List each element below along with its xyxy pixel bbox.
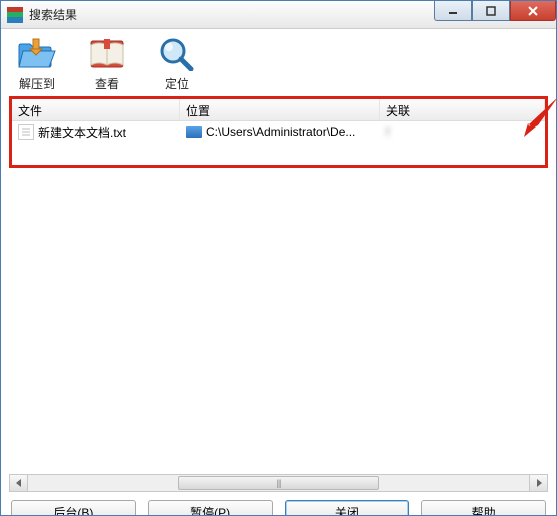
view-label: 查看 bbox=[95, 75, 119, 92]
minimize-icon bbox=[448, 6, 458, 16]
scroll-right-button[interactable] bbox=[529, 475, 547, 491]
close-window-button[interactable] bbox=[510, 1, 556, 21]
list-header: 文件 位置 关联 bbox=[12, 99, 545, 121]
column-location[interactable]: 位置 bbox=[180, 99, 380, 120]
maximize-icon bbox=[486, 6, 496, 16]
locate-button[interactable]: 定位 bbox=[149, 33, 205, 92]
view-button[interactable]: 查看 bbox=[79, 33, 135, 92]
locate-label: 定位 bbox=[165, 75, 189, 92]
column-file[interactable]: 文件 bbox=[12, 99, 180, 120]
folder-icon bbox=[186, 126, 202, 138]
text-file-icon bbox=[18, 124, 34, 140]
maximize-button[interactable] bbox=[472, 1, 510, 21]
relation-text: f bbox=[386, 125, 389, 139]
window-title: 搜索结果 bbox=[29, 6, 77, 23]
filename-text: 新建文本文档.txt bbox=[38, 124, 126, 141]
window-controls bbox=[434, 1, 556, 21]
scroll-thumb[interactable] bbox=[178, 476, 378, 490]
search-results-window: 搜索结果 解压到 bbox=[0, 0, 557, 516]
column-relation[interactable]: 关联 bbox=[380, 99, 545, 120]
cell-location: C:\Users\Administrator\De... bbox=[180, 123, 380, 141]
location-text: C:\Users\Administrator\De... bbox=[206, 125, 355, 139]
result-row[interactable]: 新建文本文档.txt C:\Users\Administrator\De... … bbox=[12, 121, 545, 143]
folder-open-icon bbox=[15, 33, 59, 73]
horizontal-scrollbar[interactable] bbox=[9, 474, 548, 492]
minimize-button[interactable] bbox=[434, 1, 472, 21]
button-row: 后台(B) 暂停(P) 关闭 帮助 bbox=[1, 496, 556, 516]
magnifier-icon bbox=[155, 33, 199, 73]
extract-to-button[interactable]: 解压到 bbox=[9, 33, 65, 92]
cell-file: 新建文本文档.txt bbox=[12, 122, 180, 143]
scroll-track[interactable] bbox=[28, 475, 529, 491]
chevron-right-icon bbox=[535, 479, 543, 487]
close-button[interactable]: 关闭 bbox=[285, 500, 410, 516]
cell-relation: f bbox=[380, 123, 545, 141]
scroll-left-button[interactable] bbox=[10, 475, 28, 491]
titlebar: 搜索结果 bbox=[1, 1, 556, 29]
pause-button[interactable]: 暂停(P) bbox=[148, 500, 273, 516]
toolbar: 解压到 查看 定位 bbox=[1, 29, 556, 94]
close-icon bbox=[527, 6, 539, 16]
app-icon bbox=[7, 7, 23, 23]
chevron-left-icon bbox=[15, 479, 23, 487]
extract-to-label: 解压到 bbox=[19, 75, 55, 92]
results-empty-area bbox=[9, 168, 548, 474]
book-icon bbox=[85, 33, 129, 73]
results-highlight-box: 文件 位置 关联 新建文本文档.txt C:\Users\Administrat… bbox=[9, 96, 548, 168]
background-button[interactable]: 后台(B) bbox=[11, 500, 136, 516]
help-button[interactable]: 帮助 bbox=[421, 500, 546, 516]
